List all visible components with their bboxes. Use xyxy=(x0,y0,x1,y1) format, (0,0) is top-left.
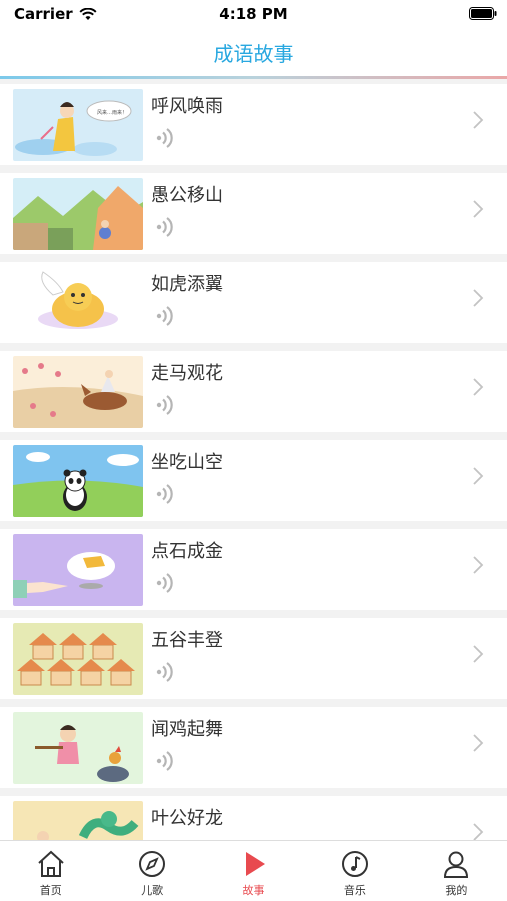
nav-bar: 成语故事 xyxy=(0,28,507,76)
story-thumbnail xyxy=(13,267,143,339)
chevron-right-icon[interactable] xyxy=(472,555,484,575)
tab-label: 音乐 xyxy=(343,884,366,897)
speaker-icon[interactable] xyxy=(156,661,178,683)
chevron-right-icon[interactable] xyxy=(472,822,484,840)
story-title: 走马观花 xyxy=(151,363,223,384)
tab-bar: 首页 儿歌 故事 音乐 我的 xyxy=(0,840,507,901)
chevron-right-icon[interactable] xyxy=(472,288,484,308)
chevron-right-icon[interactable] xyxy=(472,199,484,219)
speaker-icon[interactable] xyxy=(156,750,178,772)
story-row[interactable]: 坐吃山空 xyxy=(0,440,507,521)
story-thumbnail xyxy=(13,534,143,606)
story-thumbnail xyxy=(13,445,143,517)
svg-text:风来…雨来！: 风来…雨来！ xyxy=(97,110,127,116)
story-thumbnail xyxy=(13,801,143,840)
story-title: 愚公移山 xyxy=(151,185,223,206)
speaker-icon[interactable] xyxy=(156,127,178,149)
music-note-icon xyxy=(341,851,368,877)
tab-stories[interactable]: 故事 xyxy=(203,841,304,901)
story-title: 点石成金 xyxy=(151,541,223,562)
tab-songs[interactable]: 儿歌 xyxy=(101,841,202,901)
story-row[interactable]: 风来…雨来！ 呼风唤雨 xyxy=(0,84,507,165)
story-title: 五谷丰登 xyxy=(151,630,223,651)
home-icon xyxy=(38,850,64,877)
tab-label: 故事 xyxy=(242,884,265,897)
speaker-icon[interactable] xyxy=(156,572,178,594)
clock: 4:18 PM xyxy=(219,5,288,23)
chevron-right-icon[interactable] xyxy=(472,466,484,486)
chevron-right-icon[interactable] xyxy=(472,110,484,130)
story-thumbnail xyxy=(13,356,143,428)
story-row[interactable]: 点石成金 xyxy=(0,529,507,610)
story-list[interactable]: 风来…雨来！ 呼风唤雨 愚公移山 如虎添翼 走马观花 坐吃山空 点石成金 五谷丰… xyxy=(0,84,507,840)
story-thumbnail xyxy=(13,623,143,695)
person-icon xyxy=(444,851,469,878)
status-bar: Carrier 4:18 PM xyxy=(0,0,507,28)
story-title: 呼风唤雨 xyxy=(151,96,223,117)
compass-icon xyxy=(139,851,166,877)
speaker-icon[interactable] xyxy=(156,305,178,327)
nav-divider xyxy=(0,76,507,79)
chevron-right-icon[interactable] xyxy=(472,644,484,664)
story-title: 叶公好龙 xyxy=(151,808,223,829)
story-row[interactable]: 愚公移山 xyxy=(0,173,507,254)
story-thumbnail: 风来…雨来！ xyxy=(13,89,143,161)
play-icon xyxy=(245,852,265,876)
story-row[interactable]: 如虎添翼 xyxy=(0,262,507,343)
page-title: 成语故事 xyxy=(213,41,294,66)
story-row[interactable]: 走马观花 xyxy=(0,351,507,432)
story-row[interactable]: 五谷丰登 xyxy=(0,618,507,699)
story-title: 闻鸡起舞 xyxy=(151,719,223,740)
speaker-icon[interactable] xyxy=(156,483,178,505)
story-row[interactable]: 闻鸡起舞 xyxy=(0,707,507,788)
tab-mine[interactable]: 我的 xyxy=(406,841,507,901)
tab-label: 我的 xyxy=(445,884,468,897)
story-row[interactable]: 叶公好龙 xyxy=(0,796,507,840)
tab-music[interactable]: 音乐 xyxy=(304,841,405,901)
story-thumbnail xyxy=(13,178,143,250)
tab-label: 首页 xyxy=(39,884,62,897)
chevron-right-icon[interactable] xyxy=(472,377,484,397)
battery-icon xyxy=(469,7,497,20)
story-title: 坐吃山空 xyxy=(151,452,223,473)
story-thumbnail xyxy=(13,712,143,784)
tab-home[interactable]: 首页 xyxy=(0,841,101,901)
chevron-right-icon[interactable] xyxy=(472,733,484,753)
story-title: 如虎添翼 xyxy=(151,274,223,295)
tab-label: 儿歌 xyxy=(141,884,164,897)
speaker-icon[interactable] xyxy=(156,216,178,238)
speaker-icon[interactable] xyxy=(156,394,178,416)
